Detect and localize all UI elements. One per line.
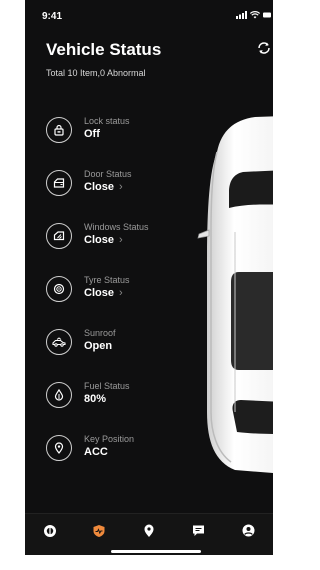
system-icons bbox=[236, 11, 271, 19]
battery-icon bbox=[263, 12, 271, 18]
page-title: Vehicle Status bbox=[46, 40, 162, 59]
chevron-right-icon: › bbox=[118, 234, 123, 246]
tyre-icon bbox=[46, 276, 72, 302]
map-pin-icon bbox=[144, 524, 154, 537]
home-indicator bbox=[111, 550, 201, 553]
location-pin-icon bbox=[46, 435, 72, 461]
car-top-view-image bbox=[197, 116, 273, 474]
lock-icon bbox=[46, 117, 72, 143]
status-item-windows[interactable]: Windows Status Close › bbox=[46, 221, 149, 274]
status-item-tyre[interactable]: Tyre Status Close › bbox=[46, 274, 149, 327]
status-item-key[interactable]: Key Position ACC bbox=[46, 433, 149, 486]
status-item-value: Open bbox=[84, 340, 113, 352]
tab-steering[interactable] bbox=[39, 520, 61, 542]
door-icon bbox=[46, 170, 72, 196]
tab-profile[interactable] bbox=[237, 520, 259, 542]
status-item-label: Lock status bbox=[84, 116, 130, 126]
status-item-door[interactable]: Door Status Close › bbox=[46, 168, 149, 221]
status-item-lock[interactable]: Lock status Off bbox=[46, 115, 149, 168]
wifi-icon bbox=[250, 11, 260, 19]
vehicle-status-screen: 9:41 Vehicle Status Total 10 Item,0 Abno… bbox=[25, 0, 273, 555]
tab-map[interactable] bbox=[138, 520, 160, 542]
status-item-value: ACC bbox=[84, 446, 108, 458]
status-item-value: Close › bbox=[84, 234, 123, 246]
status-item-label: Sunroof bbox=[84, 328, 116, 338]
chevron-right-icon: › bbox=[118, 181, 123, 193]
page-subtitle: Total 10 Item,0 Abnormal bbox=[46, 68, 146, 78]
status-item-sunroof[interactable]: Sunroof Open bbox=[46, 327, 149, 380]
message-icon bbox=[193, 525, 205, 536]
window-icon bbox=[46, 223, 72, 249]
status-item-label: Fuel Status bbox=[84, 381, 130, 391]
status-list: Lock status Off Door Status Close › Wind… bbox=[46, 115, 149, 486]
car-sunroof-icon bbox=[46, 329, 72, 355]
signal-icon bbox=[236, 11, 247, 19]
status-item-fuel[interactable]: Fuel Status 80% bbox=[46, 380, 149, 433]
fuel-drop-icon bbox=[46, 382, 72, 408]
status-item-value: 80% bbox=[84, 393, 107, 405]
status-item-value: Off bbox=[84, 128, 100, 140]
status-item-label: Tyre Status bbox=[84, 275, 130, 285]
status-item-label: Door Status bbox=[84, 169, 132, 179]
profile-icon bbox=[242, 524, 255, 537]
status-item-value: Close › bbox=[84, 181, 123, 193]
chevron-right-icon: › bbox=[118, 287, 123, 299]
status-time: 9:41 bbox=[42, 11, 63, 22]
steering-wheel-icon bbox=[43, 524, 56, 537]
vehicle-health-icon bbox=[93, 524, 105, 537]
status-bar: 9:41 bbox=[25, 0, 273, 30]
bottom-tab-bar bbox=[25, 513, 273, 555]
status-item-label: Windows Status bbox=[84, 222, 149, 232]
tab-messages[interactable] bbox=[188, 520, 210, 542]
refresh-button[interactable] bbox=[255, 39, 273, 57]
status-item-value: Close › bbox=[84, 287, 123, 299]
tab-vehicle-status[interactable] bbox=[88, 520, 110, 542]
refresh-icon bbox=[258, 42, 270, 54]
status-item-label: Key Position bbox=[84, 434, 135, 444]
